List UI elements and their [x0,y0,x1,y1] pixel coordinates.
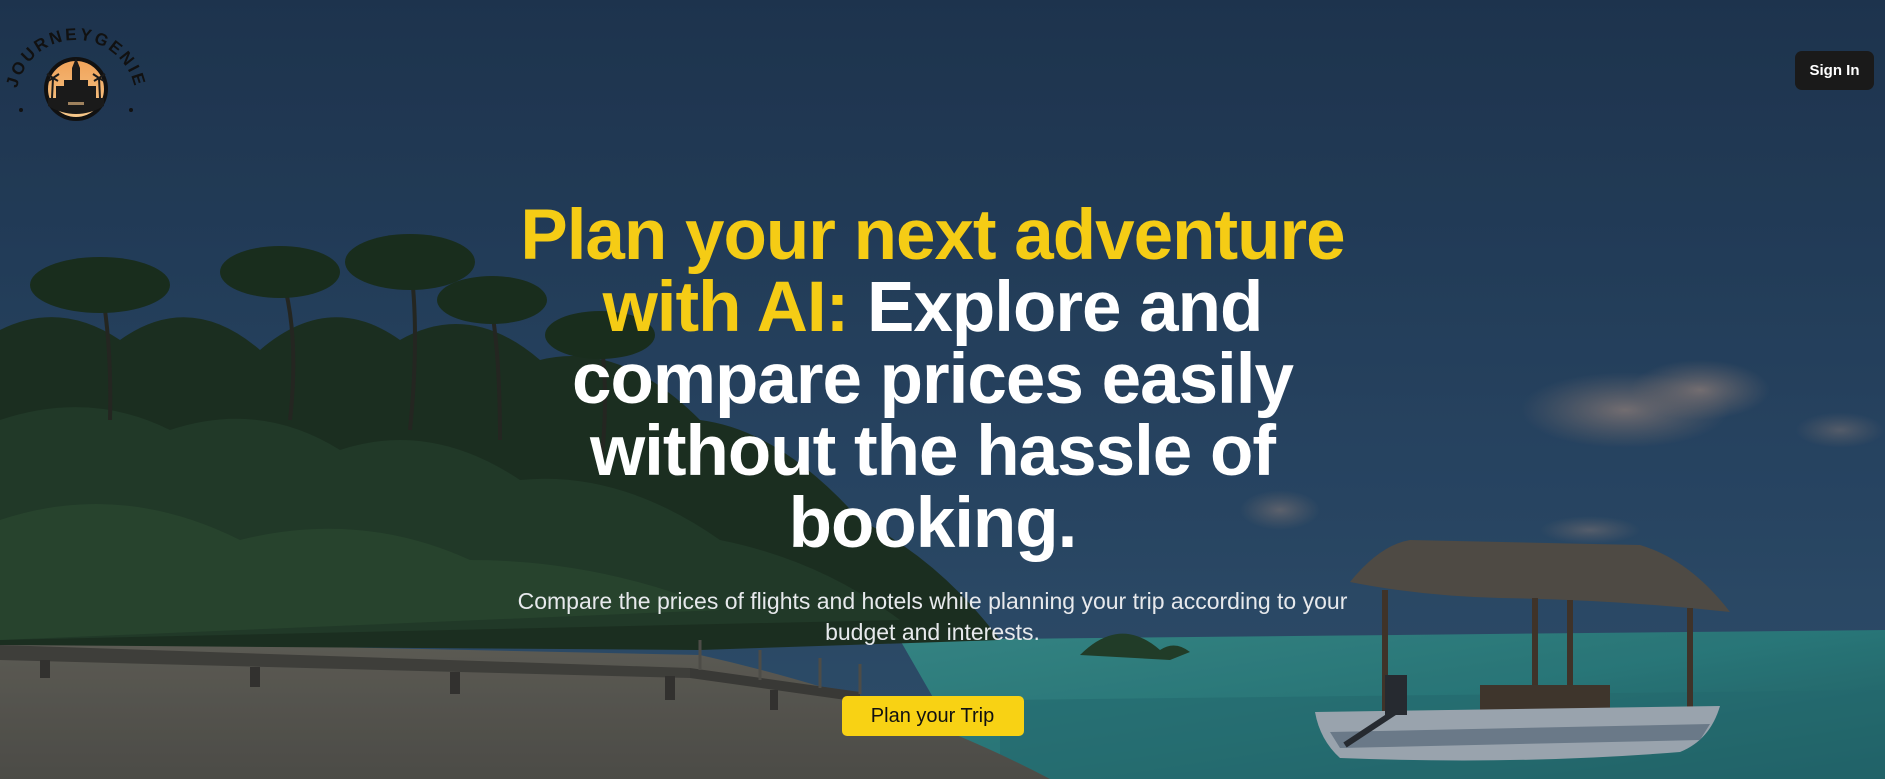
journeygenie-logo[interactable]: JOURNEYGENIE [2,14,150,124]
hero-subtext: Compare the prices of flights and hotels… [517,588,1348,645]
hero-section: Plan your next adventure with AI: Explor… [460,200,1405,736]
sign-in-button[interactable]: Sign In [1795,51,1874,90]
palace-sunset-logo-icon [44,57,108,121]
plan-trip-button[interactable]: Plan your Trip [841,696,1024,736]
hero-headline: Plan your next adventure with AI: Explor… [460,200,1405,560]
landing-page: JOURNEYGENIE Sign In Plan your next adve… [0,0,1885,779]
